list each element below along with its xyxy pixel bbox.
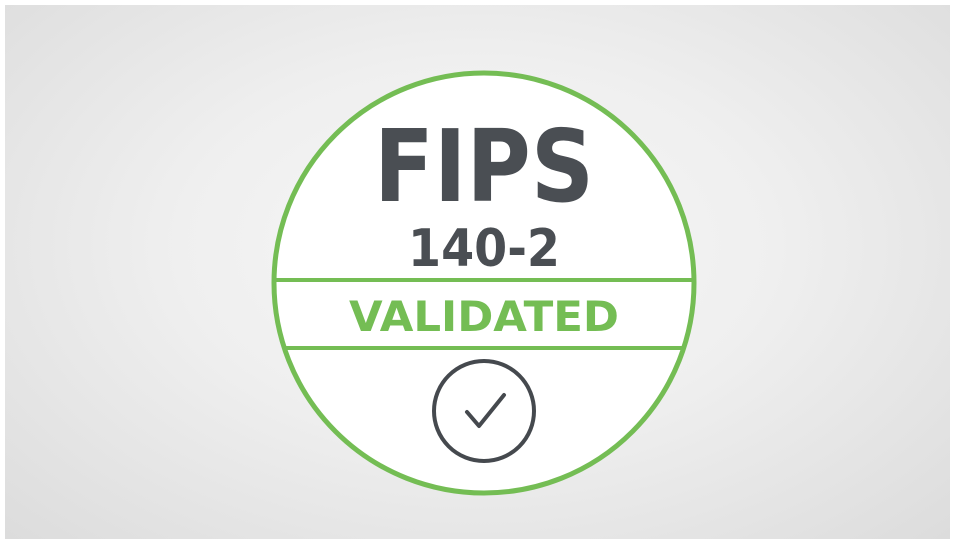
badge-subtitle: 140-2 — [408, 219, 560, 279]
background-panel: FIPS 140-2 VALIDATED — [5, 5, 950, 539]
badge-title: FIPS — [374, 108, 594, 225]
badge-status: VALIDATED — [349, 292, 619, 341]
fips-validated-badge: FIPS 140-2 VALIDATED — [271, 70, 697, 496]
